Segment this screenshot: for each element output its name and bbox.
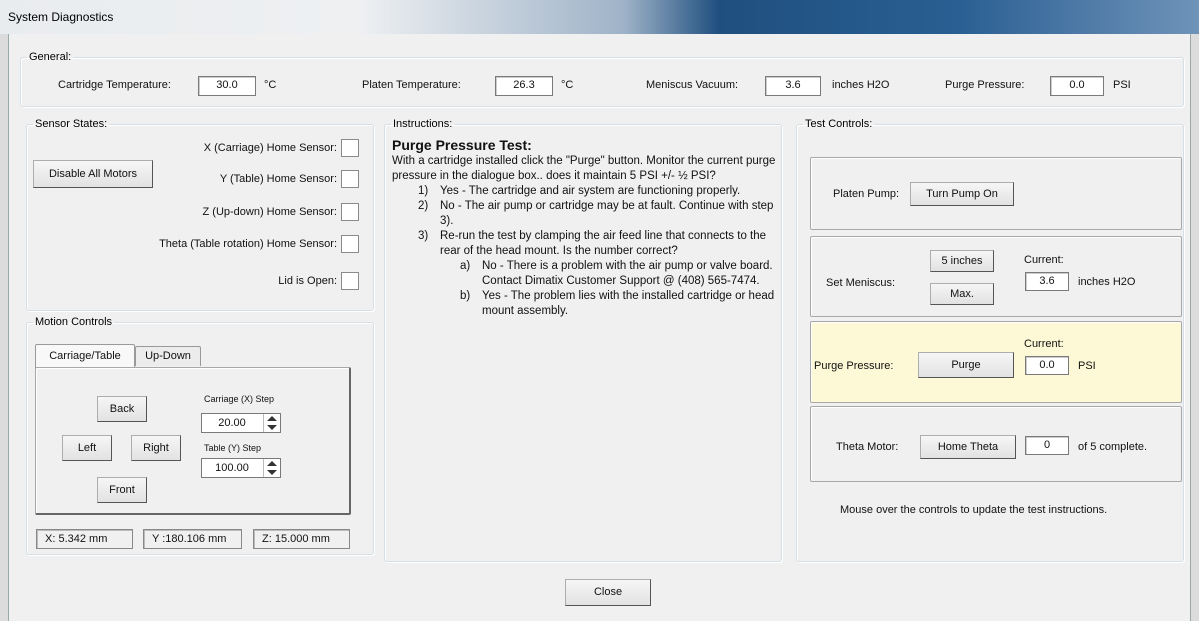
tab-carriage-table[interactable]: Carriage/Table <box>35 344 135 368</box>
instruction-substep: b) Yes - The problem lies with the insta… <box>392 289 776 319</box>
x-position-readout: X: 5.342 mm <box>36 529 133 549</box>
theta-home-sensor-checkbox[interactable] <box>341 235 359 253</box>
tab-up-down[interactable]: Up-Down <box>135 346 201 366</box>
substep-letter: a) <box>460 260 471 272</box>
z-position-readout: Z: 15.000 mm <box>253 529 350 549</box>
instructions-heading: Purge Pressure Test: <box>392 137 532 153</box>
purge-pressure-field: 0.0 <box>1050 76 1104 96</box>
general-legend: General: <box>29 51 72 63</box>
test-controls-hint: Mouse over the controls to update the te… <box>840 504 1108 516</box>
set-meniscus-label: Set Meniscus: <box>826 277 896 289</box>
spinner-arrows-icon[interactable] <box>263 459 280 477</box>
purge-pressure-panel-label: Purge Pressure: <box>814 360 894 372</box>
meniscus-current-unit: inches H2O <box>1078 276 1136 288</box>
x-home-sensor-label: X (Carriage) Home Sensor: <box>203 142 337 154</box>
left-button[interactable]: Left <box>62 435 112 461</box>
meniscus-max-button[interactable]: Max. <box>930 283 994 305</box>
substep-letter: b) <box>460 290 471 302</box>
instructions-intro: With a cartridge installed click the "Pu… <box>392 155 776 182</box>
meniscus-current-field: 3.6 <box>1025 272 1069 291</box>
lid-open-label: Lid is Open: <box>278 275 337 287</box>
theta-count-field: 0 <box>1025 436 1069 455</box>
instructions-body: Purge Pressure Test: With a cartridge in… <box>392 137 776 319</box>
instruction-step: 2) No - The air pump or cartridge may be… <box>392 199 776 229</box>
theta-home-sensor-label: Theta (Table rotation) Home Sensor: <box>159 238 337 250</box>
table-step-spinner[interactable]: 100.00 <box>201 458 281 478</box>
step-number: 3) <box>418 230 429 242</box>
lid-open-checkbox[interactable] <box>341 272 359 290</box>
window-title: System Diagnostics <box>8 10 114 24</box>
y-home-sensor-label: Y (Table) Home Sensor: <box>219 173 337 185</box>
meniscus-5-inches-button[interactable]: 5 inches <box>930 250 994 272</box>
carriage-step-value: 20.00 <box>218 417 246 429</box>
step-number: 1) <box>418 185 429 197</box>
instruction-substep: a) No - There is a problem with the air … <box>392 259 776 289</box>
disable-all-motors-button[interactable]: Disable All Motors <box>33 160 153 188</box>
z-home-sensor-checkbox[interactable] <box>341 203 359 221</box>
meniscus-vacuum-field: 3.6 <box>765 76 821 96</box>
carriage-step-label: Carriage (X) Step <box>204 394 275 404</box>
meniscus-current-label: Current: <box>1024 254 1064 266</box>
title-bar[interactable] <box>0 0 1199 34</box>
step-number: 2) <box>418 200 429 212</box>
instructions-legend: Instructions: <box>393 118 453 130</box>
platen-temp-unit: °C <box>561 79 574 91</box>
instruction-step: 3) Re-run the test by clamping the air f… <box>392 229 776 259</box>
close-button[interactable]: Close <box>565 579 651 606</box>
carriage-step-spinner[interactable]: 20.00 <box>201 413 281 433</box>
turn-pump-on-button[interactable]: Turn Pump On <box>910 182 1014 206</box>
meniscus-vacuum-unit: inches H2O <box>832 79 890 91</box>
purge-pressure-unit: PSI <box>1113 79 1131 91</box>
y-home-sensor-checkbox[interactable] <box>341 170 359 188</box>
y-position-readout: Y :180.106 mm <box>143 529 242 549</box>
purge-current-unit: PSI <box>1078 360 1096 372</box>
meniscus-vacuum-label: Meniscus Vacuum: <box>646 79 739 91</box>
substep-text: Yes - The problem lies with the installe… <box>482 290 775 317</box>
platen-temp-label: Platen Temperature: <box>362 79 461 91</box>
platen-temp-field: 26.3 <box>495 76 553 96</box>
test-controls-legend: Test Controls: <box>805 118 873 130</box>
step-text: Yes - The cartridge and air system are f… <box>440 185 741 197</box>
z-home-sensor-label: Z (Up-down) Home Sensor: <box>202 206 338 218</box>
platen-pump-label: Platen Pump: <box>833 188 900 200</box>
cartridge-temp-unit: °C <box>264 79 277 91</box>
substep-text: No - There is a problem with the air pum… <box>482 260 773 287</box>
front-button[interactable]: Front <box>97 477 147 503</box>
table-step-label: Table (Y) Step <box>204 443 262 453</box>
home-theta-button[interactable]: Home Theta <box>920 435 1016 459</box>
sensor-states-legend: Sensor States: <box>35 118 108 130</box>
purge-button[interactable]: Purge <box>918 352 1014 378</box>
cartridge-temp-field: 30.0 <box>198 76 256 96</box>
x-home-sensor-checkbox[interactable] <box>341 139 359 157</box>
table-step-value: 100.00 <box>215 462 249 474</box>
purge-pressure-label: Purge Pressure: <box>945 79 1025 91</box>
spinner-arrows-icon[interactable] <box>263 414 280 432</box>
purge-current-label: Current: <box>1024 338 1064 350</box>
back-button[interactable]: Back <box>97 396 147 422</box>
cartridge-temp-label: Cartridge Temperature: <box>58 79 171 91</box>
theta-motor-label: Theta Motor: <box>836 441 899 453</box>
theta-progress-text: of 5 complete. <box>1078 441 1148 453</box>
right-button[interactable]: Right <box>131 435 181 461</box>
purge-current-field: 0.0 <box>1025 356 1069 375</box>
instruction-step: 1) Yes - The cartridge and air system ar… <box>392 184 776 199</box>
step-text: No - The air pump or cartridge may be at… <box>440 200 774 227</box>
step-text: Re-run the test by clamping the air feed… <box>440 230 767 257</box>
motion-controls-legend: Motion Controls <box>35 316 113 328</box>
